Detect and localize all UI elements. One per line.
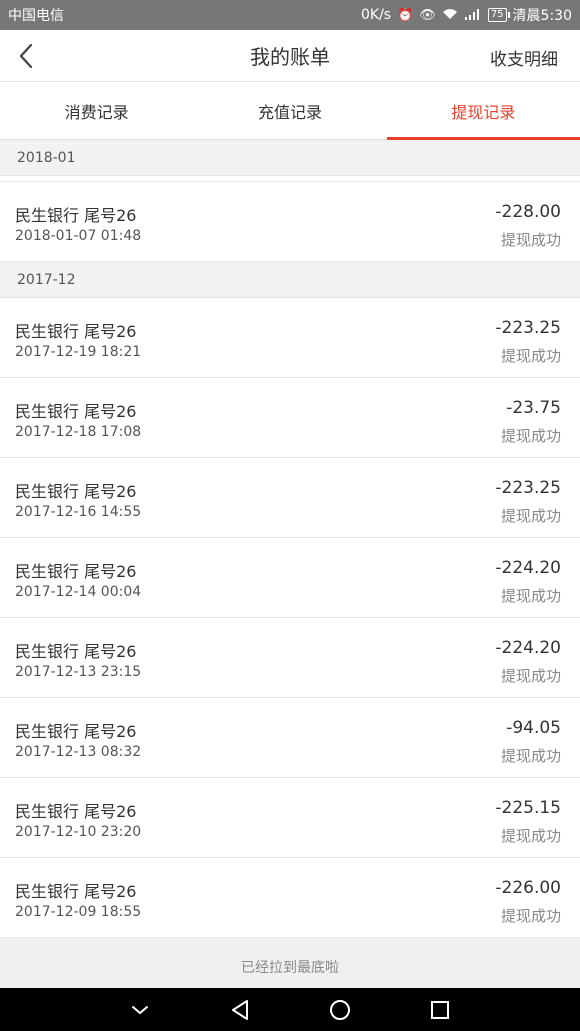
table-row[interactable]: 民生银行 尾号26 2017-12-10 23:20 -225.15 提现成功 [0, 778, 580, 858]
tab-recharge[interactable]: 充值记录 [193, 82, 386, 139]
record-amount: -224.20 [495, 638, 561, 658]
hide-keyboard-button[interactable] [120, 990, 160, 1030]
page-title: 我的账单 [250, 45, 330, 69]
record-date: 2017-12-19 18:21 [15, 344, 142, 360]
recents-square-icon [431, 1000, 449, 1019]
tab-consumption[interactable]: 消费记录 [0, 82, 193, 139]
bank-name: 民生银行 尾号26 [15, 402, 137, 421]
income-expense-detail-link[interactable]: 收支明细 [490, 45, 558, 70]
status-indicators: 0K/s ⏰ 👁 75 清晨5:30 [361, 5, 572, 25]
bank-name: 民生银行 尾号26 [15, 562, 137, 581]
month-header: 2017-12 [0, 262, 580, 298]
table-row[interactable]: 民生银行 尾号26 2017-12-19 18:21 -223.25 提现成功 [0, 298, 580, 378]
record-status: 提现成功 [500, 827, 561, 845]
bank-name: 民生银行 尾号26 [15, 642, 137, 661]
system-nav-bar [0, 988, 580, 1031]
record-date: 2017-12-13 08:32 [15, 744, 142, 760]
carrier-label: 中国电信 [8, 8, 64, 24]
hide-keyboard-icon [132, 1005, 148, 1014]
record-amount: -224.20 [495, 558, 561, 578]
record-date: 2017-12-13 23:15 [15, 664, 142, 680]
net-speed: 0K/s [361, 7, 392, 23]
eye-icon: 👁 [419, 7, 436, 23]
record-date: 2017-12-14 00:04 [15, 584, 142, 600]
alarm-icon: ⏰ [397, 7, 414, 23]
clock: 清晨5:30 [512, 8, 572, 24]
record-date: 2017-12-16 14:55 [15, 504, 142, 520]
record-amount: -94.05 [506, 718, 561, 738]
record-date: 2017-12-10 23:20 [15, 824, 142, 840]
record-date: 2017-12-09 18:55 [15, 904, 142, 920]
bank-name: 民生银行 尾号26 [15, 322, 137, 341]
bank-name: 民生银行 尾号26 [15, 206, 137, 225]
record-status: 提现成功 [500, 747, 561, 765]
table-row[interactable]: 民生银行 尾号26 2017-12-09 18:55 -226.00 提现成功 [0, 858, 580, 938]
record-status: 提现成功 [500, 427, 561, 445]
bank-name: 民生银行 尾号26 [15, 482, 137, 501]
chevron-left-icon [19, 43, 33, 69]
home-circle-icon [330, 999, 350, 1020]
back-triangle-icon [232, 999, 248, 1020]
battery-icon: 75 [487, 8, 510, 22]
record-amount: -23.75 [506, 398, 561, 418]
record-tabs: 消费记录 充值记录 提现记录 [0, 82, 580, 140]
record-date: 2017-12-18 17:08 [15, 424, 142, 440]
tab-withdrawal[interactable]: 提现记录 [386, 82, 580, 140]
top-nav-bar: 我的账单 收支明细 [0, 30, 580, 82]
bank-name: 民生银行 尾号26 [15, 722, 137, 741]
record-status: 提现成功 [500, 667, 561, 685]
table-row[interactable]: 民生银行 尾号26 2017-12-16 14:55 -223.25 提现成功 [0, 458, 580, 538]
record-amount: -223.25 [495, 478, 561, 498]
status-bar: 中国电信 0K/s ⏰ 👁 75 清晨5:30 [0, 0, 580, 30]
record-amount: -226.00 [495, 878, 561, 898]
record-status: 提现成功 [500, 587, 561, 605]
bank-name: 民生银行 尾号26 [15, 882, 137, 901]
record-amount: -225.15 [495, 798, 561, 818]
table-row[interactable]: 民生银行 尾号26 2018-01-07 01:48 -228.00 提现成功 [0, 182, 580, 262]
system-recents-button[interactable] [420, 990, 460, 1030]
record-amount: -228.00 [495, 202, 561, 222]
back-button[interactable] [10, 40, 42, 72]
table-row[interactable]: 民生银行 尾号26 2017-12-14 00:04 -224.20 提现成功 [0, 538, 580, 618]
record-status: 提现成功 [500, 347, 561, 365]
system-back-button[interactable] [220, 990, 260, 1030]
record-status: 提现成功 [500, 907, 561, 925]
table-row[interactable]: 民生银行 尾号26 2017-12-13 23:15 -224.20 提现成功 [0, 618, 580, 698]
record-status: 提现成功 [500, 231, 561, 249]
table-row[interactable]: 民生银行 尾号26 2017-12-13 08:32 -94.05 提现成功 [0, 698, 580, 778]
table-row[interactable]: 民生银行 尾号26 2017-12-18 17:08 -23.75 提现成功 [0, 378, 580, 458]
record-date: 2018-01-07 01:48 [15, 228, 142, 244]
wifi-icon [442, 8, 458, 23]
withdrawal-list[interactable]: 2018-01 民生银行 尾号26 2018-01-07 01:48 -228.… [0, 140, 580, 988]
system-home-button[interactable] [320, 990, 360, 1030]
bank-name: 民生银行 尾号26 [15, 802, 137, 821]
end-of-list-note: 已经拉到最底啦 [0, 938, 580, 988]
signal-icon [464, 8, 482, 23]
month-header: 2018-01 [0, 140, 580, 176]
record-amount: -223.25 [495, 318, 561, 338]
record-status: 提现成功 [500, 507, 561, 525]
